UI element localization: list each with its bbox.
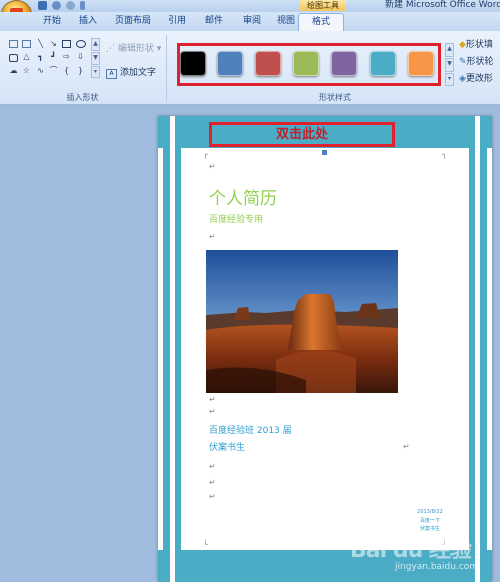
curve-shape-icon[interactable]: ⌒ — [49, 67, 58, 75]
group-divider — [166, 35, 167, 101]
paragraph-mark: ↵ — [209, 162, 216, 171]
elbow-connector-icon[interactable]: ┓ — [36, 53, 45, 61]
tab-insert[interactable]: 插入 — [72, 13, 104, 30]
shapes-scroll-up-icon[interactable]: ▲ — [91, 38, 100, 51]
down-arrow-shape-icon[interactable]: ⇩ — [76, 53, 85, 61]
class-line[interactable]: 百度经验班 2013 届 — [209, 423, 292, 436]
tab-format[interactable]: 格式 — [298, 13, 344, 31]
styles-highlight-box — [177, 43, 441, 86]
shape-outline-button[interactable]: ✎形状轮 — [459, 57, 494, 68]
small-footer-line: 伏案书生 — [419, 526, 440, 532]
text-box-icon: A — [106, 69, 117, 79]
save-icon[interactable] — [38, 1, 47, 10]
undo-icon[interactable] — [52, 1, 61, 10]
styles-more-icon[interactable]: ▾ — [445, 73, 454, 86]
shapes-scroll-down-icon[interactable]: ▼ — [91, 52, 100, 65]
shapes-more-icon[interactable]: ▾ — [91, 66, 100, 78]
resume-title[interactable]: 个人简历 — [209, 184, 277, 209]
tab-review[interactable]: 审阅 — [236, 13, 268, 30]
shape-outline-label: 形状轮 — [466, 57, 494, 67]
anchor-handle[interactable] — [322, 150, 327, 155]
drawing-tools-context-label: 绘图工具 — [300, 0, 346, 11]
arrow-shape-icon[interactable]: ↘ — [49, 40, 58, 48]
quick-access-dropdown-icon[interactable] — [80, 1, 85, 10]
paragraph-mark: ↵ — [209, 407, 216, 416]
right-arrow-shape-icon[interactable]: ⇨ — [62, 53, 71, 61]
header-placeholder-text[interactable]: 双击此处 — [209, 122, 395, 147]
resume-subtitle[interactable]: 百度经验专用 — [209, 212, 263, 225]
star-shape-icon[interactable]: ☆ — [22, 67, 31, 75]
shape-fill-button[interactable]: ◆形状填 — [459, 40, 493, 51]
desert-photo[interactable] — [206, 250, 398, 393]
corner-mark: ┌ — [203, 150, 208, 159]
cloud-shape-icon[interactable]: ☁ — [9, 67, 18, 75]
shape-fill-label: 形状填 — [465, 40, 493, 50]
line-shape-icon[interactable]: ╲ — [36, 40, 45, 48]
shape-styles-group-label: 形状样式 — [319, 93, 351, 102]
author-name[interactable]: 伏案书生 — [209, 440, 245, 453]
left-border-stripe — [170, 116, 175, 582]
tab-view[interactable]: 视图 — [272, 13, 300, 30]
oval-shape-icon[interactable] — [76, 40, 86, 48]
text-box-shape-icon[interactable] — [9, 40, 18, 48]
paragraph-mark: ↵ — [209, 232, 216, 241]
tab-references[interactable]: 引用 — [162, 13, 192, 30]
tab-page-layout[interactable]: 页面布局 — [108, 13, 158, 30]
styles-scroll-up-icon[interactable]: ▲ — [445, 43, 454, 57]
paragraph-mark: ↵ — [209, 478, 216, 487]
date-text[interactable]: 2013/8/22 — [412, 509, 448, 515]
freeform-shape-icon[interactable]: ∿ — [36, 67, 45, 75]
paragraph-mark: ↵ — [403, 442, 410, 451]
paragraph-mark: ↵ — [209, 395, 216, 404]
paragraph-mark: ↵ — [209, 492, 216, 501]
add-text-button[interactable]: A 添加文字 — [106, 68, 156, 79]
right-border-stripe — [475, 116, 480, 582]
add-text-label: 添加文字 — [119, 68, 156, 78]
small-footer-line: 百度一下 — [419, 518, 440, 524]
paragraph-mark: ↵ — [209, 462, 216, 471]
redo-icon[interactable] — [66, 1, 75, 10]
insert-shapes-group-label: 插入形状 — [66, 93, 99, 102]
document-title: 新建 Microsoft Office Word — [385, 0, 500, 10]
change-shape-icon: ◈ — [459, 74, 466, 84]
tab-home[interactable]: 开始 — [36, 13, 68, 30]
vertical-text-box-shape-icon[interactable] — [22, 40, 31, 48]
rectangle-shape-icon[interactable] — [62, 40, 71, 48]
corner-mark: └ — [203, 540, 208, 549]
chevron-down-icon: ▾ — [153, 44, 162, 54]
elbow-arrow-icon[interactable]: ┛ — [49, 53, 58, 61]
desert-landscape-image — [206, 250, 398, 393]
brace-shape-icon[interactable]: } — [76, 67, 85, 75]
edit-shape-icon: ⋰ — [106, 44, 118, 54]
watermark-url: jingyan.baidu.com — [395, 562, 479, 572]
rounded-rectangle-shape-icon[interactable] — [9, 54, 18, 62]
styles-scroll-down-icon[interactable]: ▼ — [445, 58, 454, 72]
bracket-shape-icon[interactable]: { — [62, 67, 71, 75]
paint-bucket-icon: ◆ — [459, 40, 466, 50]
pencil-icon: ✎ — [459, 57, 467, 67]
change-shape-button[interactable]: ◈更改形 — [459, 74, 493, 85]
baidu-watermark: Bai du 经验 — [350, 538, 472, 563]
edit-shape-button[interactable]: ⋰ 编辑形状 ▾ — [106, 44, 161, 55]
triangle-shape-icon[interactable]: △ — [22, 53, 31, 61]
tab-mailings[interactable]: 邮件 — [198, 13, 230, 30]
edit-shape-label: 编辑形状 — [117, 44, 154, 54]
corner-mark: ┐ — [442, 150, 447, 159]
change-shape-label: 更改形 — [465, 74, 493, 84]
